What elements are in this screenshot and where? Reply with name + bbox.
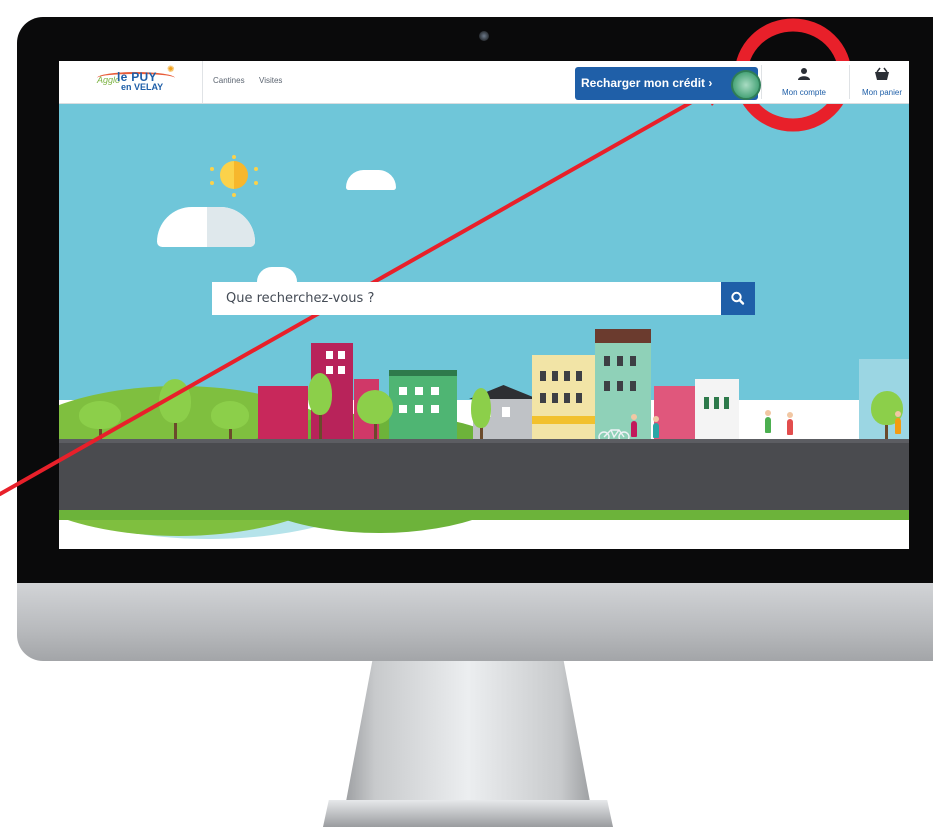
account-button[interactable]: Mon compte: [764, 67, 844, 101]
person: [631, 421, 637, 437]
nav-link-cantines[interactable]: Cantines: [213, 76, 245, 85]
tree: [159, 379, 191, 423]
sun-ray: [232, 155, 236, 159]
window: [415, 405, 423, 413]
sun-ray: [254, 167, 258, 171]
nav-divider: [202, 61, 203, 103]
recharge-credit-label: Recharger mon crédit: [581, 76, 706, 90]
window: [617, 356, 623, 366]
sun-ray: [210, 167, 214, 171]
person-head: [895, 411, 901, 417]
tree: [211, 401, 249, 429]
person-head: [653, 416, 659, 422]
window: [576, 371, 582, 381]
window: [431, 405, 439, 413]
building: [258, 386, 308, 443]
cloud-shade: [207, 207, 255, 247]
cart-button[interactable]: Mon panier: [852, 67, 909, 101]
window: [576, 393, 582, 403]
basket-icon: [875, 67, 889, 80]
window: [338, 351, 345, 359]
window: [502, 407, 510, 417]
window: [399, 405, 407, 413]
search-bar: [212, 282, 755, 315]
sun-ray: [232, 193, 236, 197]
cart-label: Mon panier: [861, 88, 903, 97]
tree: [357, 390, 393, 424]
window: [552, 393, 558, 403]
window: [399, 387, 407, 395]
account-label: Mon compte: [781, 88, 827, 97]
window: [415, 387, 423, 395]
window: [540, 393, 546, 403]
window: [540, 371, 546, 381]
logo-velay-text: en VELAY: [121, 82, 164, 92]
window: [704, 397, 709, 409]
roof: [595, 329, 651, 343]
tree: [471, 388, 491, 428]
person-head: [631, 414, 637, 420]
window: [630, 356, 636, 366]
sun-ray: [254, 181, 258, 185]
building: [695, 379, 739, 443]
person: [653, 423, 659, 438]
window: [326, 366, 333, 374]
person-head: [765, 410, 771, 416]
window: [604, 381, 610, 391]
screen: ✺ Agglo le PUY en VELAY Cantines Visites…: [59, 61, 909, 549]
nav-link-visites[interactable]: Visites: [259, 76, 282, 85]
search-icon: [731, 291, 745, 305]
person-head: [787, 412, 793, 418]
sun-icon: [220, 161, 248, 189]
person-icon: [798, 68, 810, 80]
logo-star-icon: ✺: [167, 64, 175, 74]
monitor-stand-base: [323, 800, 613, 827]
road: [59, 443, 909, 510]
window: [604, 356, 610, 366]
roof: [389, 370, 457, 376]
search-input[interactable]: [212, 282, 721, 315]
webcam-icon: [479, 31, 489, 41]
hero-illustration: [59, 103, 909, 400]
chevron-right-icon: ›: [705, 76, 713, 90]
cloud: [346, 170, 396, 190]
window: [564, 371, 570, 381]
sun-ray: [210, 181, 214, 185]
window: [564, 393, 570, 403]
window: [714, 397, 719, 409]
person: [787, 419, 793, 435]
nav-divider: [761, 65, 762, 99]
recharge-credit-button[interactable]: Recharger mon crédit ›: [575, 67, 761, 100]
site-logo[interactable]: ✺ Agglo le PUY en VELAY: [97, 64, 207, 95]
window: [431, 387, 439, 395]
coin-icon: [731, 70, 761, 100]
person: [765, 417, 771, 433]
tree: [308, 373, 332, 415]
window: [326, 351, 333, 359]
nav-divider: [849, 65, 850, 99]
person: [895, 418, 901, 434]
window: [617, 381, 623, 391]
grass-strip: [59, 510, 909, 520]
monitor-chin: [17, 583, 933, 661]
top-nav: ✺ Agglo le PUY en VELAY Cantines Visites…: [59, 61, 909, 104]
building: [654, 386, 697, 443]
window: [724, 397, 729, 409]
shop-awning: [532, 416, 596, 424]
search-button[interactable]: [721, 282, 755, 315]
tree: [79, 401, 121, 429]
window: [552, 371, 558, 381]
window: [630, 381, 636, 391]
window: [338, 366, 345, 374]
